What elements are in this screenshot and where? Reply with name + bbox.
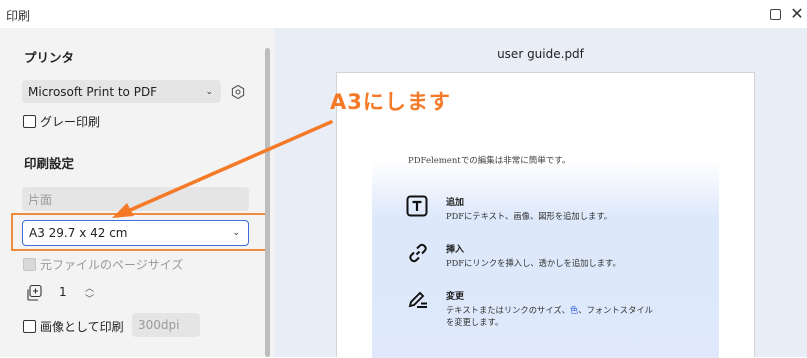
annotation-arrow — [112, 120, 333, 218]
print-dialog: 印刷 ✕ プリンタ Microsoft Print to PDF ⌄ グレー印刷… — [0, 0, 807, 358]
annotation-label: A3にします — [330, 90, 451, 114]
